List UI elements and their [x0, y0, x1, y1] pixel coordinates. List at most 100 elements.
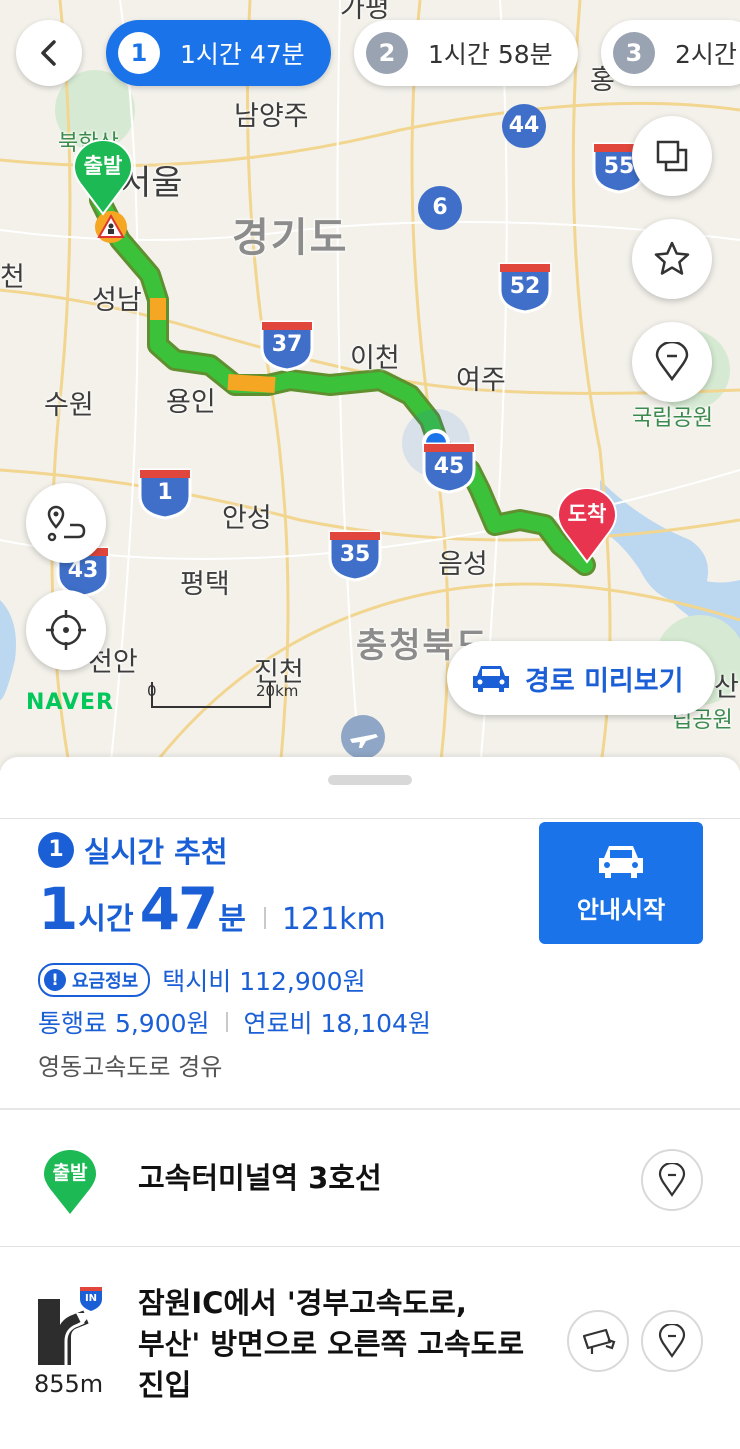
- map-label-icheon: 이천: [350, 343, 400, 374]
- route-tab-time: 1시간 58분: [428, 40, 553, 69]
- taxi-fare: 택시비 112,900원: [162, 967, 366, 996]
- route-tab-number: 2: [366, 32, 408, 74]
- start-marker-icon: 출발: [42, 1150, 98, 1216]
- eta-minute-unit: 분: [218, 902, 246, 937]
- map-pin-icon: [658, 1324, 686, 1358]
- airport-icon: [341, 715, 385, 759]
- route-distance: 121km: [281, 902, 386, 937]
- highway-shield-45: 45: [420, 440, 478, 494]
- highway-number: 45: [433, 454, 465, 479]
- step-location-button[interactable]: [641, 1149, 703, 1211]
- eta-summary: 1 시간 47 분 121km: [38, 875, 386, 943]
- map-label-yeoju: 여주: [456, 365, 506, 396]
- end-pin[interactable]: 도착: [556, 487, 618, 564]
- map-label-eumseong: 음성: [438, 549, 488, 580]
- map-view[interactable]: 가평 남양주 서울 북한산 경기도 천 성남 이천 여주 수원 용인 국립공원 …: [0, 0, 740, 770]
- fuel-cost: 연료비 18,104원: [243, 1009, 431, 1038]
- location-pin-button[interactable]: [632, 322, 712, 402]
- eta-separator: [263, 907, 266, 929]
- route-preview-button[interactable]: 경로 미리보기: [447, 641, 715, 715]
- cctv-icon: [582, 1328, 616, 1354]
- sheet-drag-handle[interactable]: [328, 775, 412, 785]
- eta-hour-unit: 시간: [78, 902, 134, 937]
- map-scale-bar: [151, 682, 271, 708]
- recommendation-number: 1: [38, 832, 74, 868]
- highway-number: 1: [157, 480, 173, 505]
- cost-row: 통행료 5,900원 연료비 18,104원: [38, 1004, 431, 1040]
- route-tab-time: 1시간 47분: [180, 40, 305, 69]
- chevron-left-icon: [41, 40, 56, 66]
- divider: [0, 818, 740, 819]
- step-location-button[interactable]: [641, 1310, 703, 1372]
- favorite-button[interactable]: [632, 219, 712, 299]
- map-label-partial-right1: 산: [714, 672, 739, 703]
- fare-row: ! 요금정보 택시비 112,900원: [38, 962, 366, 998]
- fare-info-button[interactable]: ! 요금정보: [38, 963, 151, 997]
- start-navigation-label: 안내시작: [576, 895, 666, 924]
- start-navigation-button[interactable]: 안내시작: [539, 822, 703, 944]
- map-pin-icon: [658, 1163, 686, 1197]
- map-label-suwon: 수원: [44, 390, 94, 421]
- highway-shield-1: 1: [136, 466, 194, 520]
- highway-shield-37: 37: [258, 318, 316, 372]
- highway-number: 52: [509, 274, 541, 299]
- layers-icon: [656, 140, 688, 172]
- highway-number: 37: [271, 332, 303, 357]
- recommendation-header: 1 실시간 추천: [38, 829, 228, 871]
- start-pin-label: 출발: [83, 154, 123, 178]
- route-tab-1[interactable]: 1 1시간 47분: [106, 20, 331, 86]
- route-tab-number: 1: [118, 32, 160, 74]
- cost-separator: [225, 1012, 228, 1032]
- eta-minutes: 47: [139, 875, 219, 943]
- eta-hours: 1: [38, 875, 78, 943]
- start-marker-label: 출발: [52, 1162, 88, 1184]
- map-label-anseong: 안성: [222, 503, 272, 534]
- map-label-partial-left: 천: [0, 262, 25, 293]
- map-pin-icon: [655, 342, 689, 382]
- route-option-button[interactable]: [26, 483, 106, 563]
- highway-entry-icon: IN: [36, 1285, 106, 1365]
- recommendation-title: 실시간 추천: [84, 835, 228, 869]
- route-tab-2[interactable]: 2 1시간 58분: [354, 20, 578, 86]
- star-icon: [654, 241, 690, 275]
- route-preview-label: 경로 미리보기: [525, 665, 684, 697]
- step-title: 고속터미널역 3호선: [138, 1161, 382, 1195]
- naver-logo: NAVER: [26, 690, 114, 715]
- step-highway-entry[interactable]: IN 855m 잠원IC에서 '경부고속도로, 부산' 방면으로 오른쪽 고속도…: [0, 1247, 740, 1447]
- car-icon: [473, 666, 509, 692]
- map-label-seongnam: 성남: [92, 285, 142, 316]
- highway-shield-35: 35: [326, 528, 384, 582]
- via-road: 영동고속도로 경유: [38, 1053, 223, 1081]
- info-icon: !: [44, 969, 66, 991]
- map-label-yongin: 용인: [166, 387, 216, 418]
- step-title-line-2: 부산' 방면으로 오른쪽 고속도로: [138, 1327, 525, 1361]
- map-label-gyeonggi: 경기도: [232, 215, 349, 261]
- step-distance: 855m: [34, 1370, 104, 1398]
- map-scale-zero: 0: [147, 682, 157, 700]
- start-pin[interactable]: 출발: [72, 139, 134, 216]
- car-icon: [599, 845, 643, 878]
- layers-button[interactable]: [632, 116, 712, 196]
- back-button[interactable]: [16, 20, 82, 86]
- route-detail-sheet: 1 실시간 추천 1 시간 47 분 121km 안내시작 ! 요금정보 택시비…: [0, 757, 740, 1449]
- cctv-button[interactable]: [567, 1310, 629, 1372]
- map-label-pyeongtaek: 평택: [180, 569, 230, 600]
- step-start[interactable]: 출발 고속터미널역 3호선: [0, 1110, 740, 1246]
- route-tab-number: 3: [613, 32, 655, 74]
- highway-shield-6: 6: [418, 186, 462, 230]
- end-pin-label: 도착: [567, 502, 607, 526]
- highway-shield-44: 44: [502, 104, 546, 148]
- route-tab-3[interactable]: 3 2시간: [601, 20, 740, 86]
- crosshair-icon: [46, 610, 86, 650]
- highway-number: 35: [339, 542, 371, 567]
- my-location-button[interactable]: [26, 590, 106, 670]
- route-icon: [47, 505, 86, 542]
- route-tab-time: 2시간: [675, 40, 737, 69]
- step-title-line-1: 잠원IC에서 '경부고속도로,: [138, 1286, 467, 1320]
- step-title-line-3: 진입: [138, 1368, 192, 1402]
- map-label-national-park: 국립공원: [632, 406, 713, 431]
- highway-shield-52: 52: [496, 260, 554, 314]
- toll-fee: 통행료 5,900원: [38, 1009, 210, 1038]
- fare-info-label: 요금정보: [72, 971, 139, 992]
- highway-entry-badge: IN: [84, 1293, 98, 1304]
